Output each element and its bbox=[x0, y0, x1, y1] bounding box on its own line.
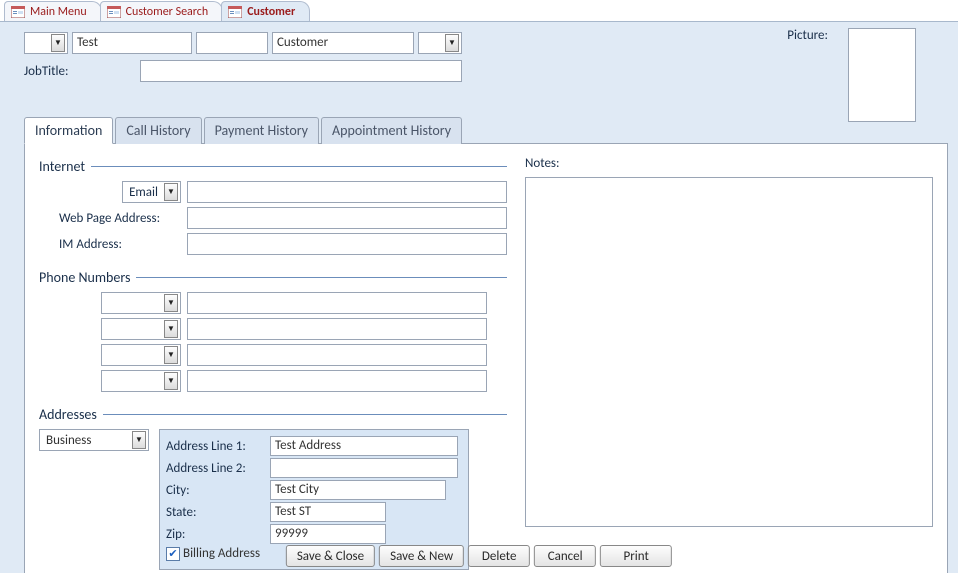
jobtitle-input[interactable] bbox=[140, 60, 462, 82]
button-bar: Save & Close Save & New Delete Cancel Pr… bbox=[286, 545, 672, 567]
doc-tab-customer[interactable]: Customer bbox=[221, 1, 310, 21]
cancel-button[interactable]: Cancel bbox=[534, 545, 596, 567]
phone-input-2[interactable] bbox=[187, 318, 487, 340]
doc-tab-main-menu[interactable]: Main Menu bbox=[4, 1, 102, 21]
state-input[interactable]: Test ST bbox=[270, 502, 386, 522]
picture-box[interactable] bbox=[848, 28, 916, 122]
first-name-input[interactable]: Test bbox=[72, 32, 192, 54]
addr-line2-input[interactable] bbox=[270, 458, 458, 478]
notes-label: Notes: bbox=[525, 156, 933, 171]
webpage-label: Web Page Address: bbox=[39, 211, 187, 226]
state-label: State: bbox=[166, 505, 270, 520]
form-icon bbox=[228, 6, 242, 18]
email-type-combo[interactable]: Email ▼ bbox=[122, 181, 181, 203]
suffix-combo[interactable]: ▼ bbox=[418, 32, 462, 54]
tab-payment-history[interactable]: Payment History bbox=[204, 117, 319, 144]
phone-type-combo-2[interactable]: ▼ bbox=[101, 318, 181, 340]
form-icon bbox=[11, 6, 25, 18]
internet-group-label: Internet bbox=[39, 158, 85, 175]
tab-body: Internet Email ▼ Web Page Address: IM bbox=[24, 143, 948, 573]
print-button[interactable]: Print bbox=[600, 545, 672, 567]
addr-line1-label: Address Line 1: bbox=[166, 439, 270, 454]
webpage-input[interactable] bbox=[187, 207, 507, 229]
dropdown-arrow-icon: ▼ bbox=[164, 372, 178, 390]
addresses-group-label: Addresses bbox=[39, 406, 97, 423]
notes-textarea[interactable] bbox=[525, 177, 933, 527]
tab-appointment-history[interactable]: Appointment History bbox=[321, 117, 462, 144]
phone-input-1[interactable] bbox=[187, 292, 487, 314]
doc-tab-label: Main Menu bbox=[30, 5, 87, 19]
addr-line1-input[interactable]: Test Address bbox=[270, 436, 458, 456]
city-label: City: bbox=[166, 483, 270, 498]
phone-input-3[interactable] bbox=[187, 344, 487, 366]
doc-tab-label: Customer bbox=[247, 5, 295, 19]
address-type-value: Business bbox=[42, 433, 130, 448]
delete-button[interactable]: Delete bbox=[468, 545, 530, 567]
city-input[interactable]: Test City bbox=[270, 480, 446, 500]
phone-type-combo-4[interactable]: ▼ bbox=[101, 370, 181, 392]
zip-input[interactable]: 99999 bbox=[270, 524, 386, 544]
title-combo[interactable]: ▼ bbox=[24, 32, 68, 54]
doc-tab-customer-search[interactable]: Customer Search bbox=[100, 1, 224, 21]
billing-label: Billing Address bbox=[183, 546, 260, 561]
im-label: IM Address: bbox=[39, 237, 187, 252]
billing-checkbox[interactable]: ✔ bbox=[166, 547, 180, 561]
dropdown-arrow-icon: ▼ bbox=[51, 34, 65, 52]
dropdown-arrow-icon: ▼ bbox=[164, 346, 178, 364]
jobtitle-label: JobTitle: bbox=[24, 64, 68, 79]
document-tab-bar: Main Menu Customer Search Customer bbox=[0, 0, 958, 22]
picture-label: Picture: bbox=[787, 28, 828, 43]
dropdown-arrow-icon: ▼ bbox=[164, 183, 178, 201]
tab-information[interactable]: Information bbox=[24, 117, 113, 144]
last-name-input[interactable]: Customer bbox=[272, 32, 414, 54]
address-type-combo[interactable]: Business ▼ bbox=[39, 429, 149, 451]
dropdown-arrow-icon: ▼ bbox=[164, 320, 178, 338]
child-tab-bar: Information Call History Payment History… bbox=[24, 116, 948, 144]
dropdown-arrow-icon: ▼ bbox=[445, 34, 459, 52]
dropdown-arrow-icon: ▼ bbox=[132, 431, 146, 449]
zip-label: Zip: bbox=[166, 527, 270, 542]
email-type-label: Email bbox=[125, 185, 162, 200]
header-area: ▼ Test Customer ▼ JobTitle: Picture: bbox=[0, 22, 958, 88]
email-input[interactable] bbox=[187, 181, 507, 203]
dropdown-arrow-icon: ▼ bbox=[164, 294, 178, 312]
phone-type-combo-3[interactable]: ▼ bbox=[101, 344, 181, 366]
phone-input-4[interactable] bbox=[187, 370, 487, 392]
save-close-button[interactable]: Save & Close bbox=[286, 545, 375, 567]
save-new-button[interactable]: Save & New bbox=[379, 545, 464, 567]
doc-tab-label: Customer Search bbox=[126, 5, 209, 19]
phone-group-label: Phone Numbers bbox=[39, 269, 130, 286]
tab-call-history[interactable]: Call History bbox=[115, 117, 201, 144]
form-icon bbox=[107, 6, 121, 18]
middle-name-input[interactable] bbox=[196, 32, 268, 54]
addr-line2-label: Address Line 2: bbox=[166, 461, 270, 476]
im-input[interactable] bbox=[187, 233, 507, 255]
phone-type-combo-1[interactable]: ▼ bbox=[101, 292, 181, 314]
